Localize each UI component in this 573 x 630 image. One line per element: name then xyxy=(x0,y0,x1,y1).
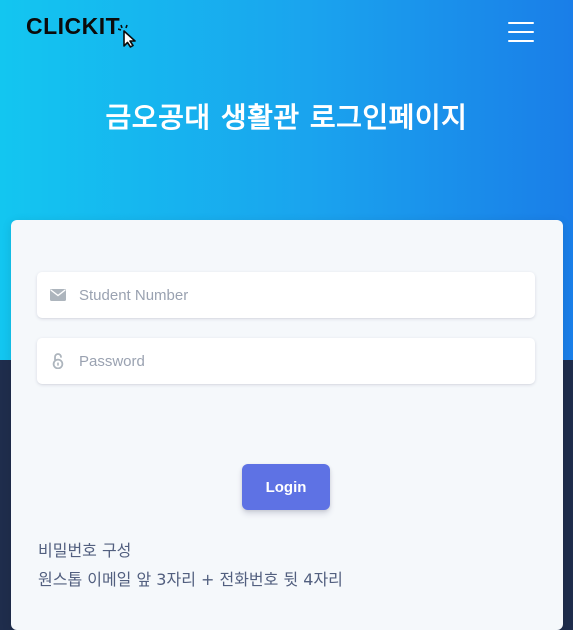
password-hint-title: 비밀번호 구성 xyxy=(38,541,132,560)
unlock-icon xyxy=(50,353,66,369)
page-title: 금오공대 생활관 로그인페이지 xyxy=(105,101,468,134)
login-card: Login 비밀번호 구성 원스톱 이메일 앞 3자리 + 전화번호 뒷 4자리 xyxy=(11,220,563,630)
cursor-click-icon xyxy=(117,24,140,52)
student-number-input[interactable] xyxy=(77,274,535,316)
menu-bar xyxy=(508,31,534,33)
password-hint-detail: 원스톱 이메일 앞 3자리 + 전화번호 뒷 4자리 xyxy=(38,570,343,589)
student-number-field[interactable] xyxy=(37,272,535,318)
logo-text: CLICKIT xyxy=(26,13,121,39)
password-input[interactable] xyxy=(77,340,535,382)
login-button[interactable]: Login xyxy=(242,464,330,510)
password-field[interactable] xyxy=(37,338,535,384)
hamburger-menu-icon[interactable] xyxy=(506,20,536,44)
logo[interactable]: CLICKIT xyxy=(26,12,140,48)
menu-bar xyxy=(508,40,534,42)
envelope-icon xyxy=(50,287,66,303)
menu-bar xyxy=(508,22,534,24)
